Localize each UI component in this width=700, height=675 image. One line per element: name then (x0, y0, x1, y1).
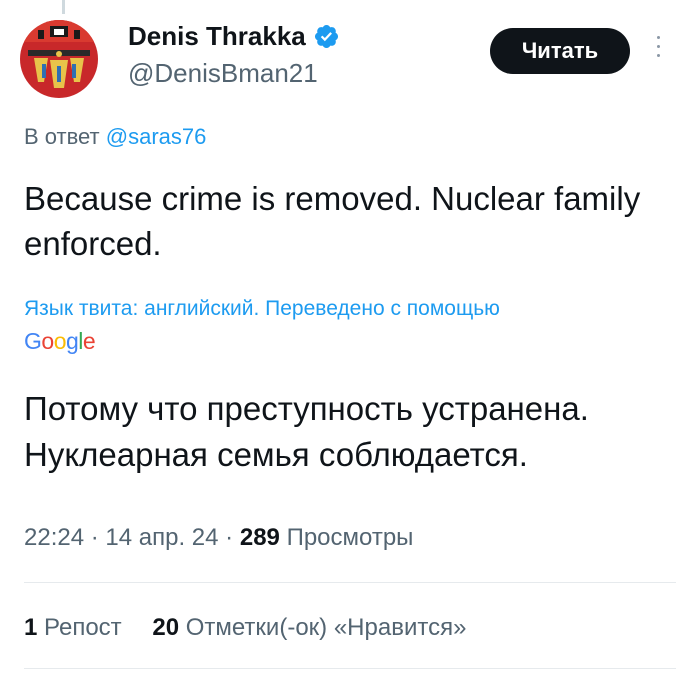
meta-separator: · (90, 524, 99, 551)
thread-connector-line (62, 0, 65, 14)
divider (24, 668, 676, 669)
tweet-time[interactable]: 22:24 (24, 524, 84, 551)
author-handle[interactable]: @DenisBman21 (128, 58, 318, 89)
author-name[interactable]: Denis Thrakka (128, 21, 306, 52)
reply-to-prefix: В ответ (24, 124, 100, 149)
tweet-date[interactable]: 14 апр. 24 (105, 524, 218, 551)
translation-info-link[interactable]: Язык твита: английский. Переведено с пом… (24, 296, 674, 322)
verified-badge-icon (314, 24, 338, 49)
google-logo: Google (24, 328, 96, 354)
reposts-stat[interactable]: 1 Репост (24, 614, 128, 641)
avatar[interactable] (20, 20, 98, 98)
avatar-image (20, 20, 98, 98)
engagement-stats: 1 Репост 20 Отметки(-ок) «Нравится» (24, 614, 490, 642)
reply-to-line: В ответ @saras76 (24, 124, 206, 150)
likes-label: Отметки(-ок) «Нравится» (185, 614, 467, 641)
views-count: 289 (239, 524, 280, 551)
more-vertical-icon[interactable] (652, 36, 664, 68)
tweet-text: Because crime is removed. Nuclear family… (24, 180, 641, 262)
likes-stat[interactable]: 20 Отметки(-ок) «Нравится» (152, 614, 466, 641)
meta-separator: · (225, 524, 234, 551)
divider (24, 582, 676, 583)
reply-to-mention-link[interactable]: @saras76 (106, 124, 207, 149)
author-name-row[interactable]: Denis Thrakka (128, 21, 340, 52)
views-label: Просмотры (286, 524, 414, 551)
translated-tweet-text: Потому что преступность устранена. Нукле… (24, 390, 589, 473)
tweet-meta: 22:24 · 14 апр. 24 · 289 Просмотры (24, 524, 413, 552)
reposts-label: Репост (44, 614, 122, 641)
reposts-count: 1 (24, 614, 38, 641)
likes-count: 20 (152, 614, 180, 641)
follow-button[interactable]: Читать (490, 28, 630, 74)
